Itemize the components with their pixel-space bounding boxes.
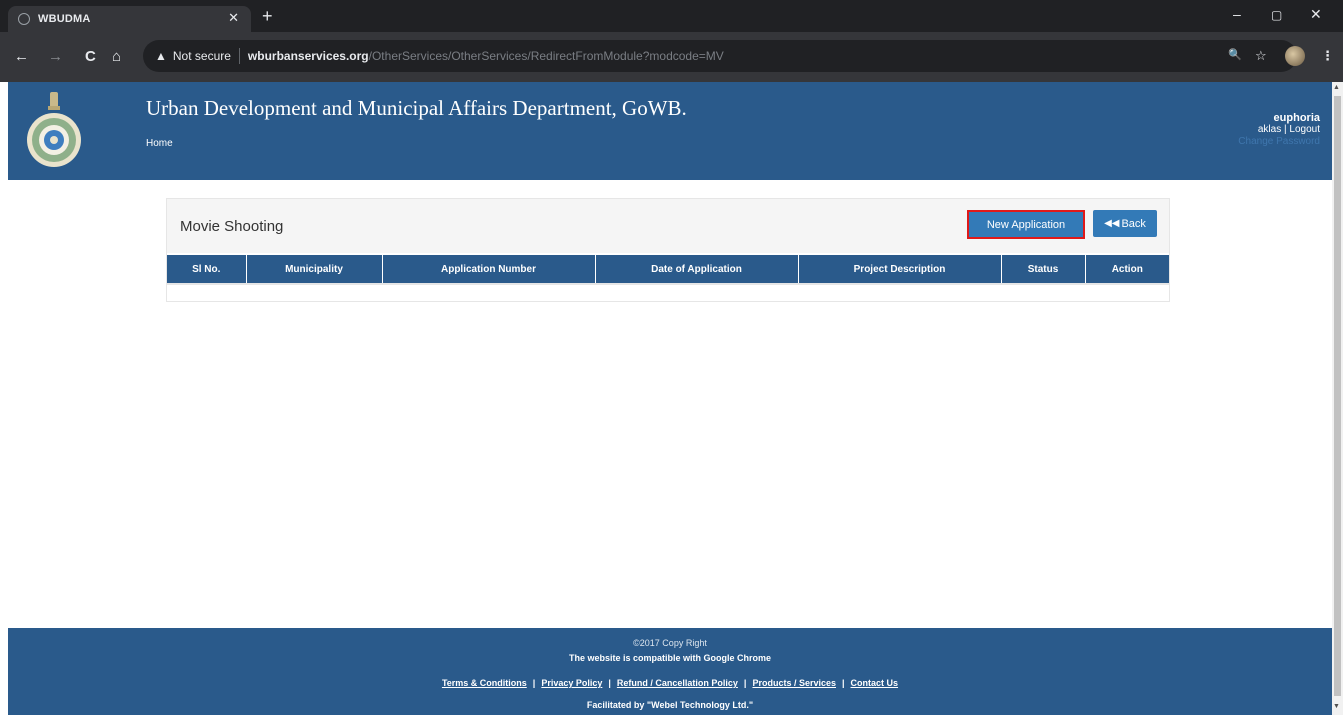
back-button[interactable]: ◀◀ Back bbox=[1093, 210, 1157, 237]
home-link[interactable]: Home bbox=[146, 138, 173, 149]
url-path: /OtherServices/OtherServices/RedirectFro… bbox=[368, 49, 724, 63]
site-footer: ©2017 Copy Right The website is compatib… bbox=[8, 628, 1332, 715]
footer-links: Terms & Conditions | Privacy Policy | Refund… bbox=[8, 678, 1332, 688]
site-header: Urban Development and Municipal Affairs … bbox=[8, 82, 1332, 180]
zoom-icon[interactable]: 🔍 bbox=[1228, 48, 1242, 61]
terms-link[interactable]: Terms & Conditions bbox=[442, 678, 527, 688]
col-date-of-application: Date of Application bbox=[595, 255, 799, 283]
footer-copyright: ©2017 Copy Right bbox=[633, 638, 707, 648]
double-left-arrow-icon: ◀◀ bbox=[1104, 218, 1120, 229]
bookmark-star-icon[interactable]: ☆ bbox=[1255, 48, 1267, 64]
footer-divider: | bbox=[532, 678, 536, 688]
minimize-icon[interactable]: – bbox=[1233, 6, 1241, 22]
user-id: aklas bbox=[1257, 124, 1282, 135]
close-window-icon[interactable]: ✕ bbox=[1310, 6, 1322, 23]
col-project-description: Project Description bbox=[798, 255, 1002, 283]
back-button-label: Back bbox=[1121, 217, 1146, 230]
col-municipality: Municipality bbox=[246, 255, 383, 283]
address-bar[interactable]: ▲ Not secure wburbanservices.org /OtherS… bbox=[143, 40, 1297, 72]
browser-tab[interactable]: WBUDMA ✕ bbox=[8, 6, 251, 32]
page-title: Urban Development and Municipal Affairs … bbox=[146, 96, 687, 120]
browser-tab-bar: WBUDMA ✕ + – ▢ ✕ bbox=[0, 0, 1343, 32]
movie-shooting-panel: Movie Shooting New Application ◀◀ Back S… bbox=[166, 198, 1170, 302]
panel-title: Movie Shooting bbox=[180, 218, 284, 235]
browser-menu-icon[interactable]: ⋮ bbox=[1321, 48, 1334, 64]
maximize-icon[interactable]: ▢ bbox=[1271, 8, 1282, 22]
privacy-link[interactable]: Privacy Policy bbox=[541, 678, 602, 688]
globe-icon bbox=[18, 13, 30, 25]
scroll-down-arrow-icon[interactable]: ▼ bbox=[1333, 703, 1340, 710]
col-application-number: Application Number bbox=[382, 255, 596, 283]
refund-link[interactable]: Refund / Cancellation Policy bbox=[617, 678, 738, 688]
profile-avatar[interactable] bbox=[1285, 46, 1305, 66]
col-action: Action bbox=[1085, 255, 1169, 283]
emblem-logo bbox=[27, 92, 81, 167]
footer-divider: | bbox=[842, 678, 845, 688]
omnibox-divider bbox=[238, 48, 240, 64]
tab-close-icon[interactable]: ✕ bbox=[228, 10, 239, 26]
warning-icon: ▲ bbox=[155, 49, 167, 63]
url-host: wburbanservices.org bbox=[247, 49, 369, 63]
user-links: aklas | Logout bbox=[1238, 124, 1320, 136]
new-tab-button[interactable]: + bbox=[262, 6, 273, 27]
logout-link[interactable]: Logout bbox=[1289, 124, 1320, 135]
reload-icon[interactable]: C bbox=[85, 48, 96, 66]
change-password-link[interactable]: Change Password bbox=[1238, 136, 1320, 148]
scroll-up-arrow-icon[interactable]: ▲ bbox=[1333, 84, 1340, 91]
user-box: euphoria aklas | Logout Change Password bbox=[1238, 112, 1320, 148]
scrollbar-thumb[interactable] bbox=[1334, 96, 1341, 696]
table-header-row: Sl No. Municipality Application Number D… bbox=[167, 255, 1169, 283]
security-status[interactable]: Not secure bbox=[173, 49, 231, 63]
col-sl-no: Sl No. bbox=[167, 255, 247, 283]
footer-divider: | bbox=[608, 678, 611, 688]
applications-table: Sl No. Municipality Application Number D… bbox=[167, 255, 1169, 283]
user-name: euphoria bbox=[1273, 112, 1320, 124]
panel-heading: Movie Shooting New Application ◀◀ Back bbox=[167, 199, 1169, 253]
new-application-button[interactable]: New Application bbox=[967, 210, 1085, 239]
back-arrow-icon[interactable]: ← bbox=[14, 48, 29, 66]
footer-compatibility: The website is compatible with Google Ch… bbox=[568, 653, 772, 663]
table-bottom-border bbox=[167, 283, 1169, 285]
products-link[interactable]: Products / Services bbox=[752, 678, 836, 688]
tab-title: WBUDMA bbox=[38, 13, 91, 25]
forward-arrow-icon[interactable]: → bbox=[48, 48, 63, 66]
page-scrollbar[interactable]: ▲ ▼ bbox=[1332, 82, 1343, 715]
home-icon[interactable]: ⌂ bbox=[112, 48, 121, 66]
col-status: Status bbox=[1001, 255, 1086, 283]
browser-toolbar: ← → C ⌂ ▲ Not secure wburbanservices.org… bbox=[0, 32, 1343, 82]
footer-facilitated: Facilitated by "Webel Technology Ltd." bbox=[586, 700, 754, 710]
footer-divider: | bbox=[743, 678, 747, 688]
contact-link[interactable]: Contact Us bbox=[851, 678, 899, 688]
